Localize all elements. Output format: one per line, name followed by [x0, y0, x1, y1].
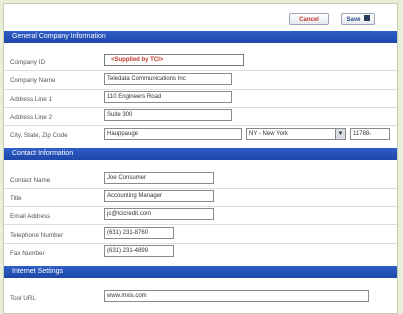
save-label: Save: [346, 17, 361, 23]
company-id-label: Company ID: [10, 59, 45, 66]
title-field[interactable]: Accounting Manager: [104, 190, 214, 202]
city-state-zip-label: City, State, Zip Code: [10, 132, 68, 139]
divider: [4, 70, 397, 71]
cancel-button[interactable]: Cancel: [289, 13, 329, 25]
fax-field[interactable]: (631) 231-4899: [104, 245, 174, 257]
address2-field[interactable]: Suite 300: [104, 109, 232, 121]
email-label: Email Address: [10, 213, 51, 220]
address1-field[interactable]: 110 Engineers Road: [104, 91, 232, 103]
company-name-field[interactable]: Teledata Communications Inc: [104, 73, 232, 85]
zip-field[interactable]: 11788-: [350, 128, 390, 140]
city-field[interactable]: Hauppauge: [104, 128, 242, 140]
divider: [4, 89, 397, 90]
state-value: NY - New York: [249, 131, 288, 137]
state-select[interactable]: NY - New York ▼: [246, 128, 346, 140]
email-field[interactable]: jc@tcicredit.com: [104, 208, 214, 220]
divider: [4, 243, 397, 244]
toolbar: Cancel Save: [4, 4, 397, 31]
cancel-label: Cancel: [299, 17, 319, 23]
form-panel: Cancel Save General Company Information …: [3, 3, 398, 314]
title-label: Title: [10, 195, 22, 202]
tool-url-label: Tool URL: [10, 295, 36, 302]
section-header-internet: Internet Settings: [4, 266, 397, 278]
chevron-down-icon[interactable]: ▼: [335, 129, 345, 139]
contact-name-field[interactable]: Joe Consumer: [104, 172, 214, 184]
company-name-label: Company Name: [10, 77, 56, 84]
company-id-field[interactable]: <Supplied by TCI>: [104, 54, 244, 66]
section-header-general: General Company Information: [4, 31, 397, 43]
divider: [4, 125, 397, 126]
fax-label: Fax Number: [10, 250, 45, 257]
address1-label: Address Line 1: [10, 96, 53, 103]
disk-icon: [363, 15, 370, 22]
save-button[interactable]: Save: [341, 13, 375, 25]
section-header-contact: Contact Information: [4, 148, 397, 160]
telephone-field[interactable]: (631) 231-8760: [104, 227, 174, 239]
divider: [4, 224, 397, 225]
divider: [4, 107, 397, 108]
divider: [4, 188, 397, 189]
contact-name-label: Contact Name: [10, 177, 51, 184]
divider: [4, 206, 397, 207]
tool-url-field[interactable]: www.mxis.com: [104, 290, 369, 302]
telephone-label: Telephone Number: [10, 232, 64, 239]
address2-label: Address Line 2: [10, 114, 53, 121]
